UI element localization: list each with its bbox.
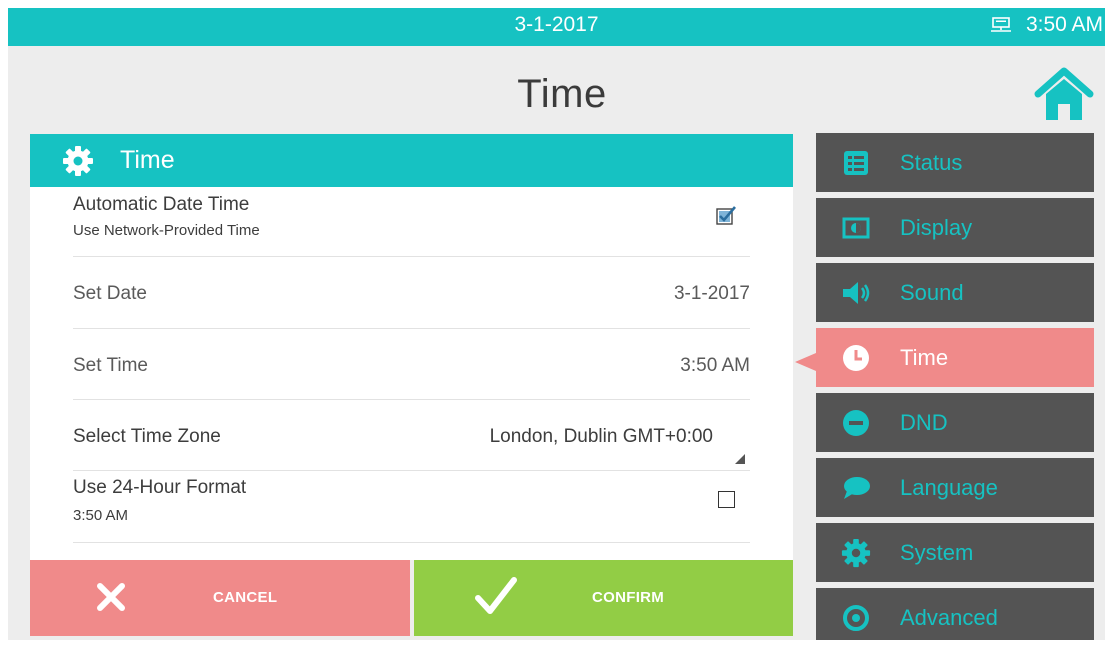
nav-item-display[interactable]: Display bbox=[816, 198, 1094, 257]
do-not-disturb-icon bbox=[843, 410, 869, 436]
nav-item-status[interactable]: Status bbox=[816, 133, 1094, 192]
gear-icon bbox=[841, 538, 871, 568]
checkmark-icon bbox=[475, 577, 517, 614]
24-hour-format-checkbox[interactable] bbox=[718, 491, 735, 508]
nav-label: Advanced bbox=[900, 605, 998, 630]
nav-label: Display bbox=[900, 215, 973, 240]
active-nav-pointer bbox=[795, 353, 816, 371]
nav-label: Status bbox=[900, 150, 963, 175]
status-bar: 3-1-2017 3:50 AM bbox=[8, 8, 1105, 46]
set-date-value: 3-1-2017 bbox=[673, 283, 750, 304]
speech-bubble-icon bbox=[844, 477, 870, 499]
nav-label: Time bbox=[900, 345, 949, 370]
nav-label: DND bbox=[900, 410, 948, 435]
automatic-date-time-row[interactable]: Automatic Date Time Use Network-Provided… bbox=[73, 187, 750, 257]
speaker-icon bbox=[843, 282, 870, 304]
row-label: Select Time Zone bbox=[73, 426, 221, 447]
status-list-icon bbox=[844, 151, 868, 175]
display-icon bbox=[842, 217, 870, 239]
home-icon[interactable] bbox=[1032, 64, 1096, 122]
set-time-value: 3:50 AM bbox=[680, 355, 750, 376]
row-label: Use 24-Hour Format bbox=[73, 477, 247, 498]
nav-item-advanced[interactable]: Advanced bbox=[816, 588, 1094, 640]
time-zone-select[interactable]: London, Dublin GMT+0:00 bbox=[490, 426, 713, 448]
automatic-date-time-checkbox[interactable] bbox=[716, 205, 736, 225]
confirm-label: CONFIRM bbox=[592, 589, 665, 606]
nav-item-time[interactable]: Time bbox=[816, 328, 1094, 387]
clock-icon bbox=[843, 345, 869, 371]
dropdown-arrow-icon bbox=[735, 454, 745, 464]
row-label: Set Date bbox=[73, 283, 147, 304]
nav-item-sound[interactable]: Sound bbox=[816, 263, 1094, 322]
confirm-button[interactable]: CONFIRM bbox=[414, 560, 793, 636]
row-sublabel: Use Network-Provided Time bbox=[73, 222, 260, 239]
app-screen: 3-1-2017 3:50 AM Time Time Automatic Dat… bbox=[8, 8, 1105, 640]
nav-label: System bbox=[900, 540, 974, 565]
gear-icon bbox=[63, 145, 93, 176]
nav-item-system[interactable]: System bbox=[816, 523, 1094, 582]
panel-title: Time bbox=[120, 146, 175, 174]
row-label: Set Time bbox=[73, 355, 148, 376]
page-title: Time bbox=[517, 72, 607, 116]
nav-item-language[interactable]: Language bbox=[816, 458, 1094, 517]
set-time-row[interactable]: Set Time 3:50 AM bbox=[73, 329, 750, 400]
row-sublabel: 3:50 AM bbox=[73, 507, 129, 524]
close-icon bbox=[97, 583, 125, 611]
target-icon bbox=[843, 605, 869, 631]
row-label: Automatic Date Time bbox=[73, 194, 250, 215]
cancel-button[interactable]: CANCEL bbox=[30, 560, 410, 636]
nav-item-dnd[interactable]: DND bbox=[816, 393, 1094, 452]
time-zone-row[interactable]: Select Time Zone London, Dublin GMT+0:00 bbox=[73, 400, 750, 471]
status-time: 3:50 AM bbox=[1025, 13, 1103, 36]
panel-header: Time bbox=[30, 134, 793, 187]
set-date-row[interactable]: Set Date 3-1-2017 bbox=[73, 257, 750, 329]
status-date: 3-1-2017 bbox=[514, 13, 599, 36]
network-icon bbox=[990, 17, 1011, 32]
time-settings-panel: Time Automatic Date Time Use Network-Pro… bbox=[30, 134, 793, 560]
cancel-label: CANCEL bbox=[213, 589, 278, 606]
24-hour-format-row[interactable]: Use 24-Hour Format 3:50 AM bbox=[73, 471, 750, 543]
nav-label: Language bbox=[900, 475, 998, 500]
nav-label: Sound bbox=[900, 280, 964, 305]
